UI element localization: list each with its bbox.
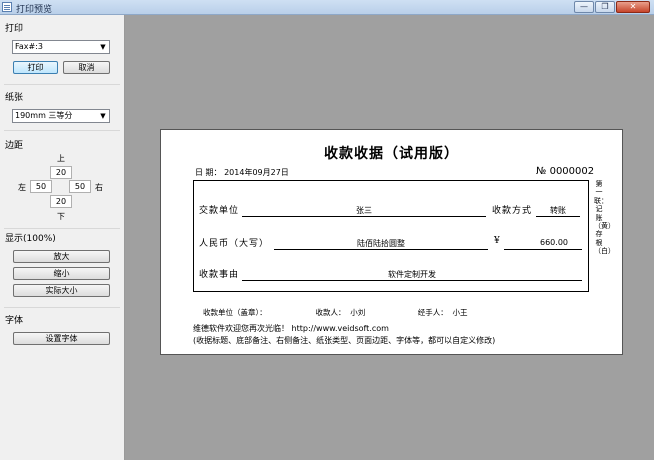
payment-method-value: 转账 (550, 206, 566, 215)
side-note: 第一联：记账（黄）存根（白） (594, 180, 615, 256)
display-group-label: 显示(100%) (5, 234, 56, 244)
margin-left-label: 左 (18, 183, 26, 192)
set-font-button[interactable]: 设置字体 (13, 332, 110, 345)
app-icon (2, 2, 12, 12)
underline (242, 216, 486, 217)
margin-top-input[interactable]: 20 (50, 166, 72, 179)
margin-right-input[interactable]: 50 (69, 180, 91, 193)
zoom-out-button[interactable]: 缩小 (13, 267, 110, 280)
settings-panel: 打印 Fax#:3 ▼ 打印 取消 纸张 190mm 三等分 ▼ 边距 上 20… (0, 15, 125, 460)
margin-left-input[interactable]: 50 (30, 180, 52, 193)
receipt-number: № 0000002 (536, 166, 595, 177)
divider (4, 130, 120, 131)
divider (4, 307, 120, 308)
chevron-down-icon: ▼ (100, 43, 106, 51)
restore-button[interactable]: ❐ (595, 1, 615, 13)
margin-top-label: 上 (57, 154, 65, 163)
currency-symbol: ¥ (494, 236, 501, 246)
amount-value: 660.00 (540, 238, 568, 247)
footer-note-1: 维德软件欢迎您再次光临！ http://www.veidsoft.com (193, 324, 389, 333)
reason-label: 收款事由 (199, 270, 240, 280)
printer-select-value: Fax#:3 (15, 42, 43, 51)
amount-words-value: 陆佰陆拾圆整 (357, 239, 405, 248)
actual-size-button[interactable]: 实际大小 (13, 284, 110, 297)
underline (274, 249, 488, 250)
margin-bottom-label: 下 (57, 212, 65, 221)
font-group-label: 字体 (5, 316, 24, 326)
printer-select[interactable]: Fax#:3 ▼ (12, 40, 110, 54)
margin-group-label: 边距 (5, 141, 24, 151)
divider (4, 84, 120, 85)
cancel-button[interactable]: 取消 (63, 61, 110, 74)
window-title: 打印预览 (16, 5, 53, 15)
payer-label: 交款单位 (199, 206, 240, 216)
print-button[interactable]: 打印 (13, 61, 58, 74)
chevron-down-icon: ▼ (100, 112, 106, 120)
margin-right-label: 右 (95, 183, 103, 192)
underline (536, 216, 580, 217)
print-group-label: 打印 (5, 24, 24, 34)
underline (242, 280, 582, 281)
margin-bottom-input[interactable]: 20 (50, 195, 72, 208)
paper-size-select[interactable]: 190mm 三等分 ▼ (12, 109, 110, 123)
zoom-in-button[interactable]: 放大 (13, 250, 110, 263)
receipt-title: 收款收据（试用版） (324, 146, 459, 162)
reason-value: 软件定制开发 (388, 270, 436, 279)
footer-note-2: (收据标题、底部备注、右侧备注、纸张类型、页面边距、字体等，都可以自定义修改) (193, 336, 496, 345)
paper-size-value: 190mm 三等分 (15, 111, 73, 120)
print-preview-page: 收款收据（试用版） 日 期： 2014年09月27日 № 0000002 交款单… (160, 129, 623, 355)
minimize-button[interactable]: — (574, 1, 594, 13)
window-controls: — ❐ ✕ (573, 1, 650, 13)
receipt-date: 日 期： 2014年09月27日 (195, 168, 289, 177)
title-bar: 打印预览 — ❐ ✕ (0, 0, 654, 15)
paper-group-label: 纸张 (5, 93, 24, 103)
signature-line: 收款单位（盖章）： 收款人： 小刘 经手人： 小王 (203, 308, 468, 317)
amount-words-label: 人民币（大写） (199, 239, 270, 249)
receipt-body: 交款单位 张三 收款方式 转账 人民币（大写） 陆佰陆拾圆整 ¥ 660.00 … (193, 180, 589, 292)
underline (504, 249, 582, 250)
close-button[interactable]: ✕ (616, 1, 650, 13)
payment-method-label: 收款方式 (492, 206, 533, 216)
divider (4, 228, 120, 229)
payer-value: 张三 (356, 206, 372, 215)
